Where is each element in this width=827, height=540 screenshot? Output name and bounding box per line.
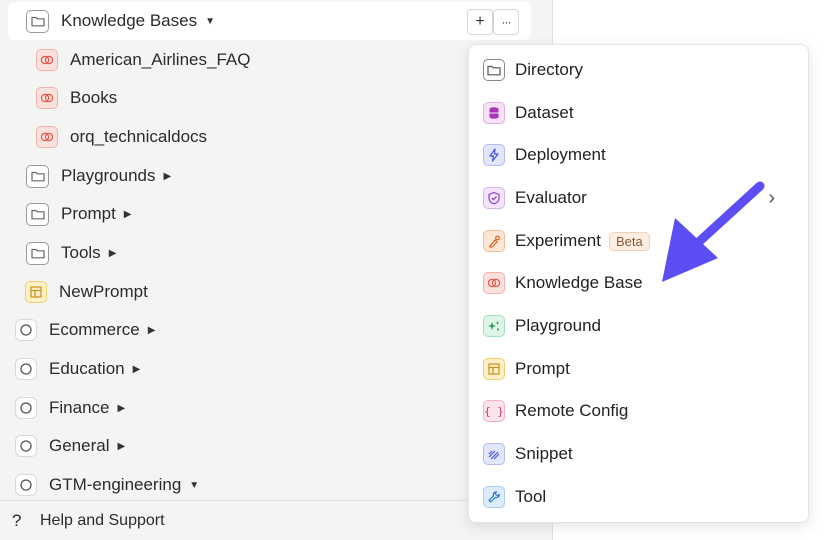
flask-icon (483, 230, 505, 252)
sidebar-item-label: GTM-engineering (49, 475, 182, 494)
caret-right-icon[interactable]: ▶ (164, 171, 172, 182)
menu-item-snippet[interactable]: Snippet (483, 437, 793, 471)
folder-icon (26, 9, 49, 33)
project-icon (15, 474, 37, 496)
sidebar-item-label: American_Airlines_FAQ (70, 50, 251, 69)
menu-item-playground[interactable]: Playground (483, 309, 793, 343)
menu-item-label: Evaluator (515, 188, 587, 207)
sidebar-project-ecommerce[interactable]: Ecommerce ▶ (15, 312, 155, 348)
menu-item-directory[interactable]: Directory (483, 53, 793, 87)
sidebar-item-tools[interactable]: Tools ▶ (26, 235, 116, 271)
database-icon (483, 102, 505, 124)
menu-item-label: Deployment (515, 145, 606, 164)
menu-item-experiment[interactable]: Experiment Beta (483, 224, 793, 258)
caret-right-icon[interactable]: ▶ (117, 441, 125, 452)
sidebar-project-education[interactable]: Education ▶ (15, 351, 140, 387)
sidebar-item-label: Books (70, 88, 118, 107)
more-options-button[interactable]: ··· (493, 9, 519, 35)
project-icon (15, 319, 37, 341)
sidebar-item-label: Ecommerce (49, 320, 140, 339)
add-button[interactable]: + (467, 9, 493, 35)
caret-down-icon[interactable]: ▼ (189, 480, 199, 491)
sidebar-item-books[interactable]: Books (36, 80, 117, 116)
knowledge-bases-label: Knowledge Bases (61, 11, 198, 30)
create-menu: Directory Dataset Deployment Evaluator ›… (468, 44, 809, 523)
menu-item-evaluator[interactable]: Evaluator › (483, 181, 793, 215)
sidebar-item-label: Finance (49, 398, 110, 417)
wrench-icon (483, 486, 505, 508)
menu-item-deployment[interactable]: Deployment (483, 138, 793, 172)
sidebar-item-label: Playgrounds (61, 166, 156, 185)
caret-right-icon[interactable]: ▶ (117, 403, 125, 414)
menu-item-remote-config[interactable]: { } Remote Config (483, 394, 793, 428)
caret-right-icon[interactable]: ▶ (124, 209, 132, 220)
sidebar-item-label: orq_technicaldocs (70, 127, 208, 146)
caret-right-icon[interactable]: ▶ (148, 325, 156, 336)
shield-check-icon (483, 187, 505, 209)
menu-item-label: Prompt (515, 359, 570, 378)
project-icon (15, 358, 37, 380)
sidebar-item-prompt[interactable]: Prompt ▶ (26, 196, 132, 232)
menu-item-prompt[interactable]: Prompt (483, 352, 793, 386)
sidebar-item-orq-technicaldocs[interactable]: orq_technicaldocs (36, 119, 207, 155)
sidebar-item-american-airlines-faq[interactable]: American_Airlines_FAQ (36, 42, 250, 78)
folder-icon (26, 202, 49, 226)
brain-icon (36, 49, 58, 71)
sidebar-item-label: Education (49, 359, 125, 378)
menu-item-label: Directory (515, 60, 584, 79)
brain-icon (36, 87, 58, 109)
knowledge-bases-actions: + ··· (467, 9, 519, 35)
folder-icon (26, 164, 49, 188)
menu-item-knowledge-base[interactable]: Knowledge Base (483, 266, 793, 300)
knowledge-bases-folder[interactable]: Knowledge Bases ▼ (26, 3, 215, 39)
menu-item-tool[interactable]: Tool (483, 480, 793, 514)
brain-icon (36, 126, 58, 148)
sparkles-icon (483, 315, 505, 337)
beta-badge: Beta (608, 231, 650, 251)
sidebar-item-label: Prompt (61, 204, 116, 223)
menu-item-label: Dataset (515, 103, 574, 122)
caret-down-icon[interactable]: ▼ (205, 16, 215, 27)
prompt-icon (25, 281, 47, 303)
menu-item-label: Tool (515, 487, 547, 506)
menu-item-label: Remote Config (515, 401, 629, 420)
sidebar-item-playgrounds[interactable]: Playgrounds ▶ (26, 158, 171, 194)
braces-icon: { } (483, 400, 505, 422)
layout-icon (483, 358, 505, 380)
sidebar-project-general[interactable]: General ▶ (15, 428, 125, 464)
sidebar-item-label: NewPrompt (59, 282, 148, 301)
menu-item-dataset[interactable]: Dataset (483, 96, 793, 130)
project-icon (15, 397, 37, 419)
menu-item-label: Knowledge Base (515, 273, 643, 292)
caret-right-icon[interactable]: ▶ (109, 248, 117, 259)
menu-item-label: Playground (515, 316, 602, 335)
caret-right-icon[interactable]: ▶ (133, 364, 141, 375)
project-icon (15, 435, 37, 457)
lightning-icon (483, 144, 505, 166)
chevron-right-icon[interactable]: › (768, 187, 775, 210)
menu-item-label: Experiment (515, 231, 601, 250)
sidebar-item-newprompt[interactable]: NewPrompt (25, 274, 148, 310)
stripes-icon (483, 443, 505, 465)
menu-item-label: Snippet (515, 444, 573, 463)
sidebar-item-label: General (49, 436, 110, 455)
sidebar-project-gtm-engineering[interactable]: GTM-engineering ▼ (15, 467, 199, 503)
folder-icon (483, 59, 505, 81)
help-and-support-label: Help and Support (40, 511, 165, 529)
brain-icon (483, 272, 505, 294)
help-icon: ? (12, 510, 22, 530)
folder-icon (26, 241, 49, 265)
sidebar-project-finance[interactable]: Finance ▶ (15, 390, 125, 426)
sidebar-item-label: Tools (61, 243, 101, 262)
